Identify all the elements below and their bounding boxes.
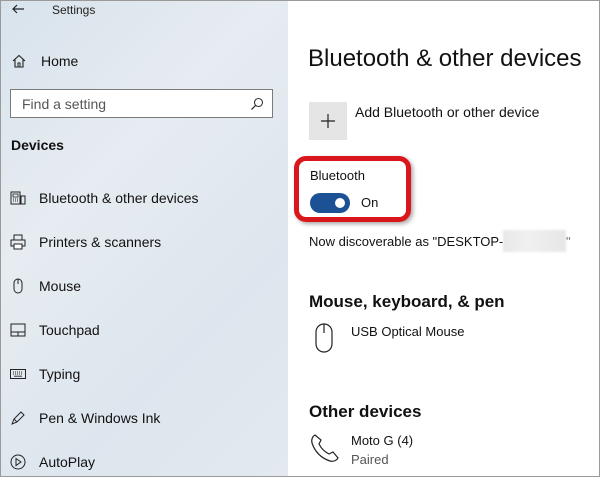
search-icon[interactable] [250, 97, 264, 111]
home-icon [12, 54, 26, 68]
sidebar: Settings Home Devices [1, 1, 288, 476]
sidebar-item-bluetooth[interactable]: Bluetooth & other devices [1, 181, 288, 215]
home-nav-item[interactable]: Home [11, 51, 78, 71]
mouse-icon [309, 321, 339, 355]
bluetooth-toggle-state: On [361, 195, 379, 210]
toggle-knob [335, 198, 345, 208]
app-title: Settings [52, 3, 96, 17]
settings-window: Settings Home Devices [0, 0, 600, 477]
sidebar-item-label: Printers & scanners [39, 234, 162, 250]
sidebar-item-autoplay[interactable]: AutoPlay [1, 445, 288, 476]
discoverable-closing-quote: " [566, 234, 571, 249]
sidebar-item-label: Bluetooth & other devices [39, 190, 199, 206]
section-heading-mouse-keyboard-pen: Mouse, keyboard, & pen [309, 292, 505, 311]
sidebar-item-printers[interactable]: Printers & scanners [1, 225, 288, 259]
sidebar-item-label: Typing [39, 366, 81, 382]
bluetooth-toggle[interactable] [310, 193, 350, 213]
device-name-moto-g[interactable]: Moto G (4) [351, 433, 413, 448]
bluetooth-label: Bluetooth [310, 168, 365, 183]
device-status-moto-g: Paired [351, 452, 389, 467]
sidebar-item-typing[interactable]: Typing [1, 357, 288, 391]
autoplay-icon [9, 453, 27, 471]
sidebar-item-label: Mouse [39, 278, 82, 294]
mouse-icon [9, 277, 27, 295]
bluetooth-devices-icon [9, 189, 27, 207]
annotation-highlight-box [294, 156, 411, 222]
discoverable-text: Now discoverable as "DESKTOP- [309, 234, 504, 249]
plus-icon [321, 114, 335, 128]
phone-icon [309, 431, 339, 465]
add-device-button[interactable] [309, 102, 347, 140]
sidebar-item-label: Touchpad [39, 322, 100, 338]
search-box[interactable] [10, 89, 273, 118]
redacted-device-name [503, 230, 566, 252]
back-arrow-icon[interactable] [10, 1, 26, 17]
home-label: Home [41, 53, 79, 69]
device-name-usb-mouse[interactable]: USB Optical Mouse [351, 324, 464, 339]
add-device-label[interactable]: Add Bluetooth or other device [355, 104, 539, 120]
pen-icon [9, 409, 27, 427]
touchpad-icon [9, 321, 27, 339]
main-content: Bluetooth & other devices Add Bluetooth … [288, 1, 599, 476]
section-heading-other-devices: Other devices [309, 402, 422, 421]
keyboard-icon [9, 365, 27, 383]
search-input[interactable] [11, 90, 272, 117]
title-bar: Settings [1, 1, 288, 23]
page-title: Bluetooth & other devices [308, 45, 582, 72]
sidebar-item-label: Pen & Windows Ink [39, 410, 161, 426]
sidebar-item-mouse[interactable]: Mouse [1, 269, 288, 303]
sidebar-item-pen[interactable]: Pen & Windows Ink [1, 401, 288, 435]
printer-icon [9, 233, 27, 251]
sidebar-item-touchpad[interactable]: Touchpad [1, 313, 288, 347]
sidebar-item-label: AutoPlay [39, 454, 96, 470]
section-heading-devices: Devices [11, 137, 64, 153]
